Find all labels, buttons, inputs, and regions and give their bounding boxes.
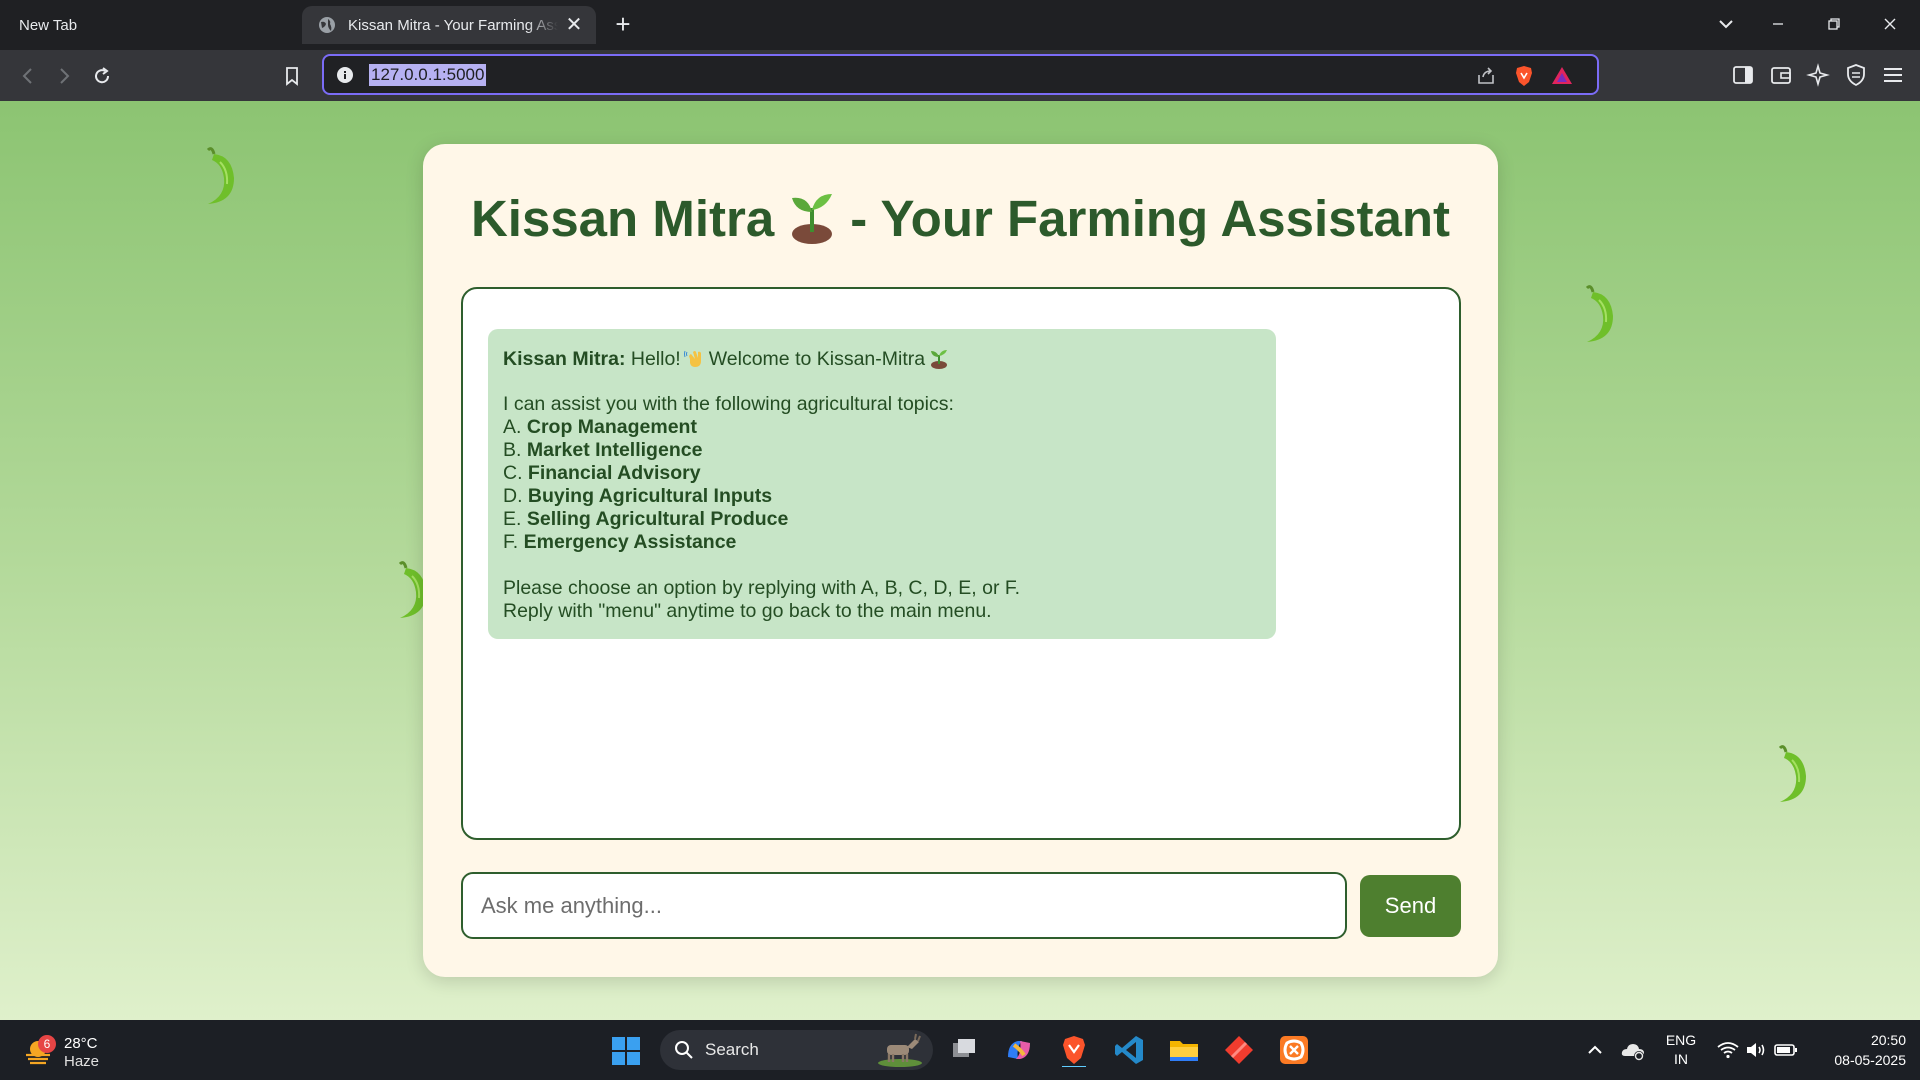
reload-icon[interactable] (88, 62, 116, 90)
sender-name: Kissan Mitra: (503, 348, 626, 370)
vpn-shield-icon[interactable] (1843, 62, 1869, 88)
search-icon (675, 1041, 693, 1059)
option-key: F. (503, 531, 519, 553)
tab-search-chevron-icon[interactable] (1712, 10, 1740, 38)
send-button[interactable]: Send (1360, 875, 1461, 937)
new-tab-button[interactable]: + (610, 10, 636, 38)
copilot-icon[interactable] (1002, 1033, 1036, 1067)
seedling-icon (792, 194, 833, 244)
close-tab-icon[interactable]: ✕ (564, 15, 584, 35)
taskbar-search[interactable]: Search (660, 1030, 933, 1070)
greeting-line: Kissan Mitra: Hello! Welcome to Kissan-Mi… (503, 347, 1261, 370)
option-c: C. Financial Advisory (503, 462, 1261, 485)
chili-pepper-icon (206, 147, 234, 204)
notification-badge: 6 (38, 1035, 56, 1053)
menu-icon[interactable] (1880, 62, 1906, 88)
donkey-icon (878, 1033, 922, 1067)
waving-hand-icon (683, 350, 701, 367)
chili-pepper-icon (1585, 285, 1613, 342)
tab-title: New Tab (19, 16, 78, 34)
chili-pepper-icon (1778, 745, 1806, 802)
option-key: C. (503, 462, 523, 484)
option-key: D. (503, 485, 523, 507)
bookmark-icon[interactable] (278, 62, 306, 90)
xampp-icon[interactable] (1277, 1033, 1311, 1067)
welcome-text: Welcome to Kissan-Mitra (708, 348, 926, 370)
wifi-icon[interactable] (1716, 1038, 1740, 1062)
minimize-icon[interactable] (1764, 10, 1792, 38)
task-view-icon[interactable] (947, 1033, 981, 1067)
back-icon[interactable] (14, 62, 42, 90)
restore-icon[interactable] (1820, 10, 1848, 38)
intro-line: I can assist you with the following agri… (503, 393, 954, 415)
battery-icon[interactable] (1773, 1038, 1799, 1062)
page-title: Kissan Mitra - Your Farming Assistant (423, 188, 1498, 248)
clock-time: 20:50 (1870, 1032, 1906, 1048)
option-e: E. Selling Agricultural Produce (503, 508, 1261, 531)
leo-ai-icon[interactable] (1806, 62, 1832, 88)
language-code: ENG (1665, 1032, 1697, 1048)
region-code: IN (1674, 1051, 1688, 1067)
option-key: E. (503, 508, 522, 530)
chat-history[interactable]: Kissan Mitra: Hello! Welcome to Kissan-Mi… (461, 287, 1461, 840)
url-text[interactable]: 127.0.0.1:5000 (369, 64, 487, 86)
title-subtitle: - Your Farming Assistant (850, 190, 1451, 247)
wallet-icon[interactable] (1768, 62, 1794, 88)
sidebar-icon[interactable] (1730, 62, 1756, 88)
seedling-icon (931, 350, 948, 369)
page-viewport: Kissan Mitra - Your Farming Assistant Ki… (0, 101, 1920, 1020)
chat-card: Kissan Mitra - Your Farming Assistant Ki… (423, 144, 1498, 977)
option-a: A. Crop Management (503, 416, 1261, 439)
option-label: Market Intelligence (526, 439, 703, 461)
site-info-icon[interactable] (336, 66, 354, 84)
tab-title: Kissan Mitra - Your Farming Assistant (348, 16, 558, 34)
forward-icon[interactable] (50, 62, 78, 90)
option-key: A. (503, 416, 522, 438)
weather-widget[interactable]: 6 28°C Haze (18, 1029, 108, 1071)
onedrive-sync-icon[interactable] (1620, 1038, 1646, 1064)
show-hidden-icons-chevron[interactable] (1583, 1038, 1607, 1062)
tab-strip: New Tab Kissan Mitra - Your Farming Assi… (0, 0, 1920, 50)
vscode-icon[interactable] (1112, 1033, 1146, 1067)
temperature: 28°C (64, 1035, 98, 1052)
brave-shields-icon[interactable] (1512, 64, 1536, 88)
volume-icon[interactable] (1744, 1038, 1768, 1062)
tab-new-tab[interactable]: New Tab (0, 6, 290, 44)
option-label: Buying Agricultural Inputs (527, 485, 773, 507)
address-bar[interactable]: 127.0.0.1:5000 (322, 54, 1599, 95)
option-f: F. Emergency Assistance (503, 531, 1261, 554)
system-clock[interactable]: 20:50 08-05-2025 (1810, 1030, 1906, 1070)
bot-message: Kissan Mitra: Hello! Welcome to Kissan-Mi… (488, 329, 1276, 639)
option-label: Selling Agricultural Produce (526, 508, 789, 530)
option-label: Financial Advisory (527, 462, 701, 484)
instruction-line: Please choose an option by replying with… (503, 577, 1021, 599)
globe-icon (319, 17, 335, 33)
brave-browser-icon[interactable] (1057, 1033, 1091, 1067)
menu-hint-line: Reply with "menu" anytime to go back to … (503, 600, 992, 622)
brave-rewards-icon[interactable] (1550, 64, 1574, 88)
weather-condition: Haze (64, 1053, 100, 1070)
language-indicator[interactable]: ENG IN (1663, 1031, 1699, 1069)
file-explorer-icon[interactable] (1167, 1033, 1201, 1067)
chat-input[interactable]: Ask me anything... (461, 872, 1347, 939)
option-b: B. Market Intelligence (503, 439, 1261, 462)
close-window-icon[interactable] (1876, 10, 1904, 38)
tab-kissan-mitra[interactable]: Kissan Mitra - Your Farming Assistant ✕ (302, 6, 596, 44)
clock-date: 08-05-2025 (1834, 1052, 1906, 1068)
greeting-text: Hello! (630, 348, 681, 370)
option-d: D. Buying Agricultural Inputs (503, 485, 1261, 508)
windows-start-icon[interactable] (611, 1036, 641, 1066)
option-label: Emergency Assistance (523, 531, 737, 553)
git-app-icon[interactable] (1222, 1033, 1256, 1067)
search-label: Search (705, 1040, 759, 1059)
option-key: B. (503, 439, 522, 461)
title-main: Kissan Mitra (470, 190, 775, 247)
option-label: Crop Management (526, 416, 697, 438)
share-icon[interactable] (1474, 64, 1498, 88)
